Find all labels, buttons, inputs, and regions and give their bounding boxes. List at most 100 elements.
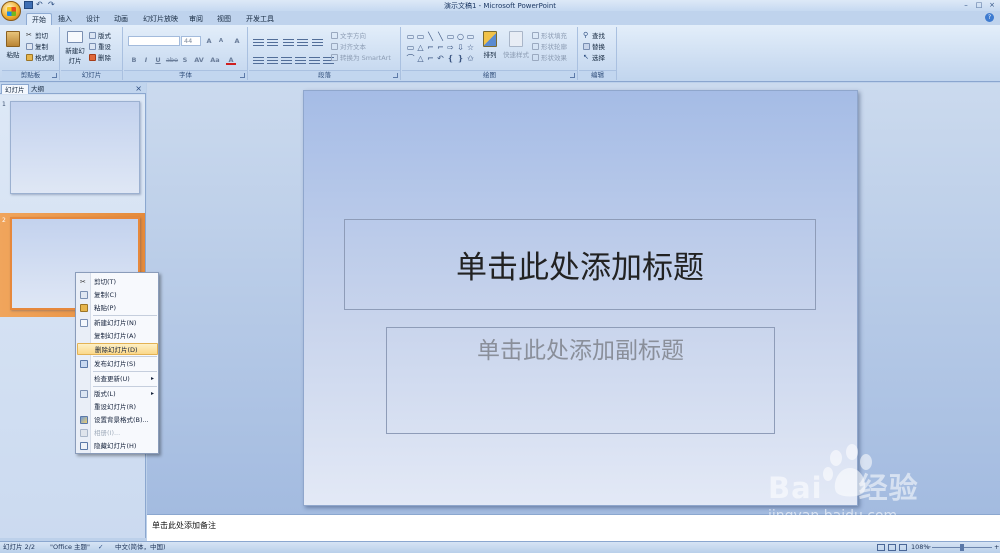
shape-glyph[interactable]: ⇩ (456, 42, 465, 53)
text-direction-button[interactable]: 文字方向 (331, 30, 366, 40)
tab-slides[interactable]: 幻灯片 (1, 84, 29, 94)
bold-button[interactable]: B (129, 55, 139, 65)
shape-glyph[interactable]: ╲ (426, 31, 435, 42)
select-button[interactable]: ↖ 选择 (583, 52, 605, 62)
reset-button[interactable]: 重设 (89, 41, 111, 51)
menu-item-cut[interactable]: ✂ 剪切(T) (77, 276, 158, 288)
shape-glyph[interactable]: ⌐ (426, 42, 435, 53)
minimize-button[interactable]: – (960, 0, 972, 9)
menu-item-delete-slide[interactable]: 删除幻灯片(D) (77, 343, 158, 355)
shrink-font-button[interactable]: A (216, 36, 226, 46)
align-center-icon[interactable] (267, 55, 278, 64)
new-slide-button[interactable]: 新建幻灯片 (63, 31, 87, 65)
shape-glyph[interactable]: ▭ (466, 31, 475, 42)
menu-item-new-slide[interactable]: 新建幻灯片(N) (77, 317, 158, 329)
layout-button[interactable]: 版式 (89, 30, 111, 40)
title-placeholder[interactable]: 单击此处添加标题 (344, 219, 816, 310)
close-button[interactable]: × (986, 0, 998, 9)
shape-glyph[interactable]: ❴ (446, 53, 455, 64)
font-size-field[interactable]: 44 (181, 36, 201, 46)
strikethrough-button[interactable]: abe (165, 55, 179, 65)
find-button[interactable]: ⚲ 查找 (583, 30, 605, 40)
paste-button[interactable]: 粘贴 (4, 31, 22, 59)
shape-glyph[interactable]: △ (416, 42, 425, 53)
decrease-indent-icon[interactable] (283, 37, 294, 46)
shadow-button[interactable]: S (180, 55, 190, 65)
shape-effects-button[interactable]: 形状效果 (532, 52, 567, 62)
shape-glyph[interactable]: ▭ (406, 31, 415, 42)
replace-button[interactable]: 替换 (583, 41, 605, 51)
numbering-icon[interactable] (267, 37, 278, 46)
zoom-slider-handle[interactable] (960, 544, 964, 551)
shape-glyph[interactable]: ▭ (416, 31, 425, 42)
shape-glyph[interactable]: △ (416, 53, 425, 64)
menu-item-reset-slide[interactable]: 重设幻灯片(R) (77, 401, 158, 413)
slideshow-view-icon[interactable] (899, 544, 907, 551)
shape-glyph[interactable]: ⌐ (426, 53, 435, 64)
menu-item-layout[interactable]: 版式(L) ▸ (77, 388, 158, 400)
menu-item-copy[interactable]: 复制(C) (77, 289, 158, 301)
spellcheck-icon[interactable]: ✓ (98, 542, 103, 553)
shape-glyph[interactable]: ▭ (446, 31, 455, 42)
shape-glyph[interactable]: ✩ (466, 53, 475, 64)
dialog-launcher-icon[interactable] (570, 73, 575, 78)
zoom-slider[interactable] (932, 544, 992, 551)
dialog-launcher-icon[interactable] (393, 73, 398, 78)
tab-view[interactable]: 视图 (212, 13, 236, 25)
font-color-button[interactable]: A (226, 55, 236, 65)
justify-icon[interactable] (295, 55, 306, 64)
align-right-icon[interactable] (281, 55, 292, 64)
align-text-button[interactable]: 对齐文本 (331, 41, 366, 51)
menu-item-publish-slides[interactable]: 发布幻灯片(S) (77, 358, 158, 370)
zoom-out-button[interactable]: − (926, 542, 931, 553)
tab-outline[interactable]: 大纲 (28, 84, 47, 94)
normal-view-icon[interactable] (877, 544, 885, 551)
shape-glyph[interactable]: ↶ (436, 53, 445, 64)
tab-insert[interactable]: 插入 (53, 13, 77, 25)
zoom-in-button[interactable]: + (994, 542, 999, 553)
tab-design[interactable]: 设计 (81, 13, 105, 25)
format-painter-button[interactable]: 格式刷 (26, 52, 55, 62)
close-icon[interactable]: × (135, 83, 142, 94)
align-left-icon[interactable] (253, 55, 264, 64)
slide-thumbnail[interactable] (10, 101, 140, 194)
cut-button[interactable]: ✂ 剪切 (26, 30, 48, 40)
underline-button[interactable]: U (153, 55, 163, 65)
shape-glyph[interactable]: ⇨ (446, 42, 455, 53)
tab-animations[interactable]: 动画 (109, 13, 133, 25)
menu-item-duplicate-slide[interactable]: 复制幻灯片(A) (77, 330, 158, 342)
shape-glyph[interactable]: ╲ (436, 31, 445, 42)
menu-item-format-background[interactable]: 设置背景格式(B)... (77, 414, 158, 426)
sorter-view-icon[interactable] (888, 544, 896, 551)
maximize-button[interactable]: □ (973, 0, 985, 9)
delete-button[interactable]: 删除 (89, 52, 111, 62)
shape-glyph[interactable]: ❵ (456, 53, 465, 64)
grow-font-button[interactable]: A (204, 36, 214, 46)
shapes-gallery[interactable]: ▭ ▭ ╲ ╲ ▭ ○ ▭ ▭ △ ⌐ ⌐ ⇨ ⇩ ☆ ⌒ △ ⌐ ↶ ❴ ❵ … (406, 31, 475, 67)
shape-glyph[interactable]: ⌐ (436, 42, 445, 53)
char-spacing-button[interactable]: AV (192, 55, 206, 65)
dialog-launcher-icon[interactable] (52, 73, 57, 78)
smartart-button[interactable]: 转换为 SmartArt (331, 52, 391, 62)
dialog-launcher-icon[interactable] (240, 73, 245, 78)
shape-fill-button[interactable]: 形状填充 (532, 30, 567, 40)
arrange-button[interactable]: 排列 (480, 31, 500, 59)
shape-outline-button[interactable]: 形状轮廓 (532, 41, 567, 51)
tab-home[interactable]: 开始 (26, 13, 52, 25)
clear-format-button[interactable]: A (232, 36, 242, 46)
bullets-icon[interactable] (253, 37, 264, 46)
distribute-icon[interactable] (309, 55, 320, 64)
increase-indent-icon[interactable] (297, 37, 308, 46)
line-spacing-icon[interactable] (312, 37, 323, 46)
change-case-button[interactable]: Aa (208, 55, 222, 65)
font-name-field[interactable] (128, 36, 180, 46)
italic-button[interactable]: I (141, 55, 151, 65)
tab-review[interactable]: 审阅 (184, 13, 208, 25)
menu-item-paste[interactable]: 粘贴(P) (77, 302, 158, 314)
tab-developer[interactable]: 开发工具 (241, 13, 279, 25)
shape-glyph[interactable]: ☆ (466, 42, 475, 53)
shape-glyph[interactable]: ▭ (406, 42, 415, 53)
copy-button[interactable]: 复制 (26, 41, 48, 51)
help-icon[interactable]: ? (985, 13, 994, 22)
quick-styles-button[interactable]: 快速样式 (502, 31, 530, 59)
